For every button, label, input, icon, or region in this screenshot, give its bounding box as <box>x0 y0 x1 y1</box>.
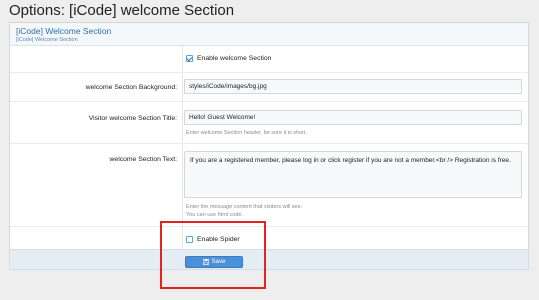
visitor-title-label: Visitor welcome Section Title: <box>88 115 177 122</box>
visitor-title-input[interactable]: Hello! Guest Welcome! <box>184 110 522 125</box>
row-separator <box>10 72 528 73</box>
enable-welcome-checkbox[interactable] <box>186 55 193 62</box>
section-text-textarea[interactable]: If you are a registered member, please l… <box>184 151 522 198</box>
section-title: [iCode] Welcome Section <box>16 26 112 36</box>
section-text-label: welcome Section Text: <box>109 156 178 163</box>
background-label: welcome Section Background: <box>85 84 177 91</box>
highlight-box <box>160 221 266 289</box>
section-text-hint: Enter the message content that visitors … <box>186 204 303 210</box>
form-footer <box>9 249 529 270</box>
column-divider <box>182 45 183 249</box>
row-separator <box>10 226 528 227</box>
enable-welcome-label[interactable]: Enable welcome Section <box>197 55 271 62</box>
row-separator <box>10 101 528 102</box>
section-header: [iCode] Welcome Section [iCode] Welcome … <box>10 23 528 46</box>
visitor-title-hint: Enter welcome Section header, be sure it… <box>186 130 308 136</box>
page-title: Options: [iCode] welcome Section <box>9 2 235 19</box>
section-text-hint-html: You can use html code. <box>186 212 243 218</box>
section-subtitle: [iCode] Welcome Section <box>16 37 78 43</box>
background-input[interactable]: styles/iCode/images/bg.jpg <box>184 79 522 94</box>
row-separator <box>10 143 528 144</box>
